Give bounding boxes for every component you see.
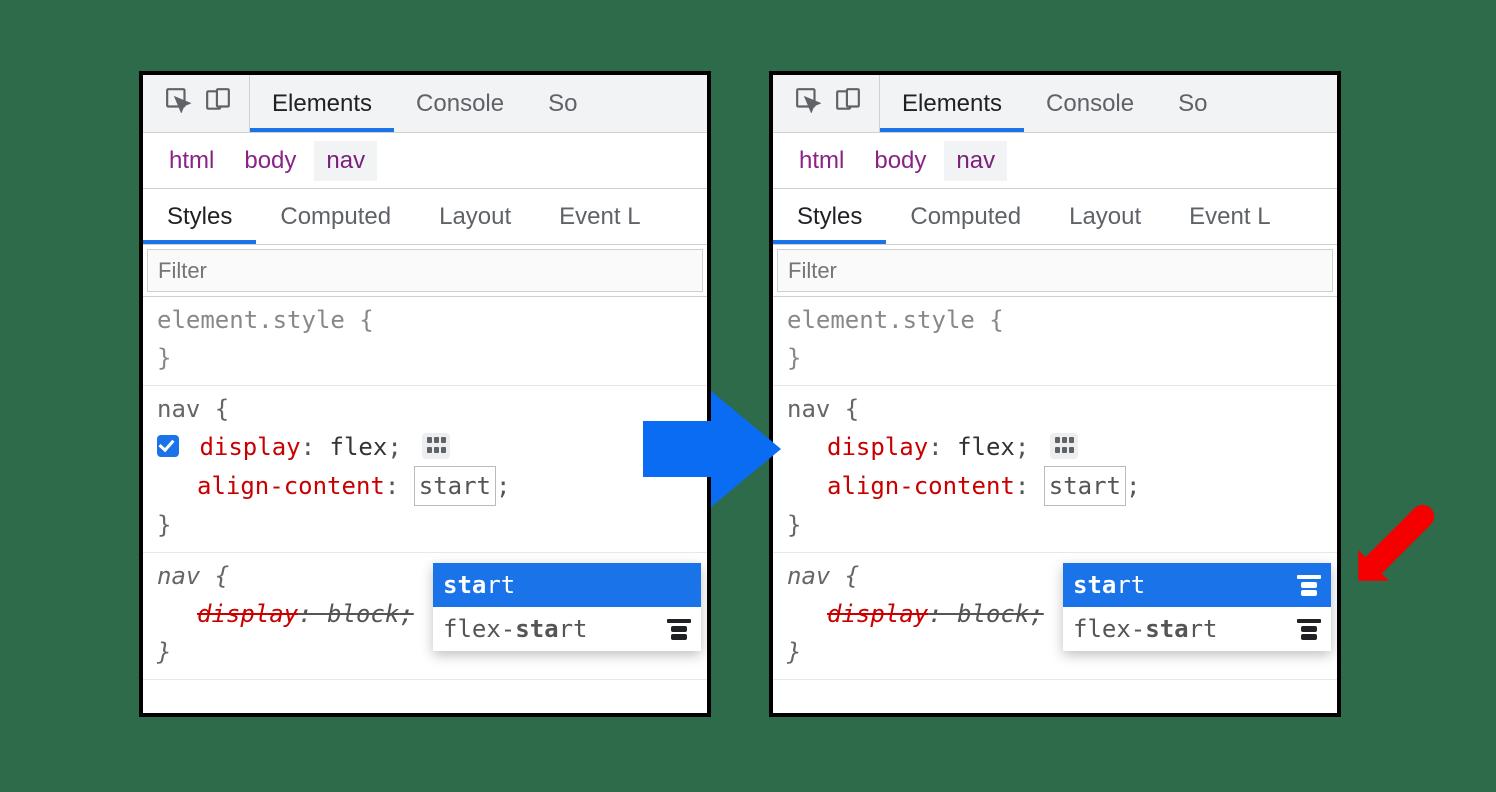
- option-text: flex-start: [443, 610, 588, 648]
- align-start-icon: [1297, 619, 1321, 639]
- tab-console[interactable]: Console: [1024, 75, 1156, 132]
- subtab-events[interactable]: Event L: [1165, 189, 1294, 244]
- crumb-nav[interactable]: nav: [314, 141, 377, 181]
- align-start-icon: [1297, 575, 1321, 595]
- tab-console[interactable]: Console: [394, 75, 526, 132]
- subtab-computed[interactable]: Computed: [256, 189, 415, 244]
- filter-input[interactable]: [777, 249, 1333, 292]
- devtools-iconbox: [773, 75, 880, 132]
- display-line: display: flex;: [787, 428, 1323, 466]
- subtab-layout[interactable]: Layout: [1045, 189, 1165, 244]
- subtab-events[interactable]: Event L: [535, 189, 664, 244]
- override-display-val: block: [327, 600, 399, 628]
- device-toggle-icon[interactable]: [835, 87, 861, 120]
- option-text: start: [443, 566, 515, 604]
- breadcrumb: html body nav: [143, 133, 707, 189]
- autocomplete-popup: start flex-start: [1063, 563, 1331, 651]
- align-valbox[interactable]: start: [414, 466, 496, 506]
- element-style-close: }: [157, 339, 693, 377]
- styles-code: element.style { } nav { display: flex; a…: [773, 297, 1337, 680]
- override-display-val: block: [957, 600, 1029, 628]
- option-text: flex-start: [1073, 610, 1218, 648]
- flex-badge-icon[interactable]: [1050, 433, 1078, 459]
- nav-rule[interactable]: nav { display: flex; align-content: star…: [143, 386, 707, 553]
- align-prop[interactable]: align-content: [827, 472, 1015, 500]
- tab-sources[interactable]: So: [526, 75, 599, 132]
- device-toggle-icon[interactable]: [205, 87, 231, 120]
- autocomplete-row-flex-start[interactable]: flex-start: [1063, 607, 1331, 651]
- styles-code: element.style { } nav { display: flex; a…: [143, 297, 707, 680]
- element-style-rule[interactable]: element.style { }: [143, 297, 707, 386]
- top-tabs: Elements Console So: [773, 75, 1337, 133]
- subtab-styles[interactable]: Styles: [143, 189, 256, 244]
- flex-badge-icon[interactable]: [422, 433, 450, 459]
- top-tabs: Elements Console So: [143, 75, 707, 133]
- override-display-prop: display: [197, 600, 298, 628]
- align-prop[interactable]: align-content: [197, 472, 385, 500]
- display-line: display: flex;: [139, 428, 693, 466]
- crumb-html[interactable]: html: [157, 141, 226, 181]
- tab-sources[interactable]: So: [1156, 75, 1229, 132]
- display-val[interactable]: flex: [957, 433, 1015, 461]
- override-display-prop: display: [827, 600, 928, 628]
- align-line: align-content: start;: [157, 466, 693, 506]
- property-checkbox[interactable]: [157, 435, 179, 457]
- display-prop[interactable]: display: [199, 433, 300, 461]
- devtools-panel-after: Elements Console So html body nav Styles…: [769, 71, 1341, 717]
- subtab-computed[interactable]: Computed: [886, 189, 1045, 244]
- align-start-icon: [667, 619, 691, 639]
- autocomplete-row-start[interactable]: start: [433, 563, 701, 607]
- nav-rule[interactable]: nav { display: flex; align-content: star…: [773, 386, 1337, 553]
- align-line: align-content: start;: [787, 466, 1323, 506]
- devtools-iconbox: [143, 75, 250, 132]
- autocomplete-popup: start flex-start: [433, 563, 701, 651]
- crumb-html[interactable]: html: [787, 141, 856, 181]
- red-callout-arrow-icon: [1341, 502, 1437, 603]
- nav-rule-close: }: [787, 506, 1323, 544]
- crumb-body[interactable]: body: [232, 141, 308, 181]
- option-text: start: [1073, 566, 1145, 604]
- tab-elements[interactable]: Elements: [250, 75, 394, 132]
- subtab-layout[interactable]: Layout: [415, 189, 535, 244]
- crumb-body[interactable]: body: [862, 141, 938, 181]
- element-style-close: }: [787, 339, 1323, 377]
- filter-row: [143, 245, 707, 297]
- tab-elements[interactable]: Elements: [880, 75, 1024, 132]
- display-val[interactable]: flex: [330, 433, 388, 461]
- nav-rule-open: nav {: [157, 390, 693, 428]
- breadcrumb: html body nav: [773, 133, 1337, 189]
- align-valbox[interactable]: start: [1044, 466, 1126, 506]
- filter-row: [773, 245, 1337, 297]
- select-element-icon[interactable]: [795, 87, 821, 120]
- nav-rule-open: nav {: [787, 390, 1323, 428]
- display-prop[interactable]: display: [827, 433, 928, 461]
- styles-subtabs: Styles Computed Layout Event L: [143, 189, 707, 245]
- nav-rule-close: }: [157, 506, 693, 544]
- crumb-nav[interactable]: nav: [944, 141, 1007, 181]
- subtab-styles[interactable]: Styles: [773, 189, 886, 244]
- element-style-rule[interactable]: element.style { }: [773, 297, 1337, 386]
- autocomplete-row-flex-start[interactable]: flex-start: [433, 607, 701, 651]
- select-element-icon[interactable]: [165, 87, 191, 120]
- filter-input[interactable]: [147, 249, 703, 292]
- styles-subtabs: Styles Computed Layout Event L: [773, 189, 1337, 245]
- element-style-open: element.style {: [157, 301, 693, 339]
- devtools-panel-before: Elements Console So html body nav Styles…: [139, 71, 711, 717]
- autocomplete-row-start[interactable]: start: [1063, 563, 1331, 607]
- element-style-open: element.style {: [787, 301, 1323, 339]
